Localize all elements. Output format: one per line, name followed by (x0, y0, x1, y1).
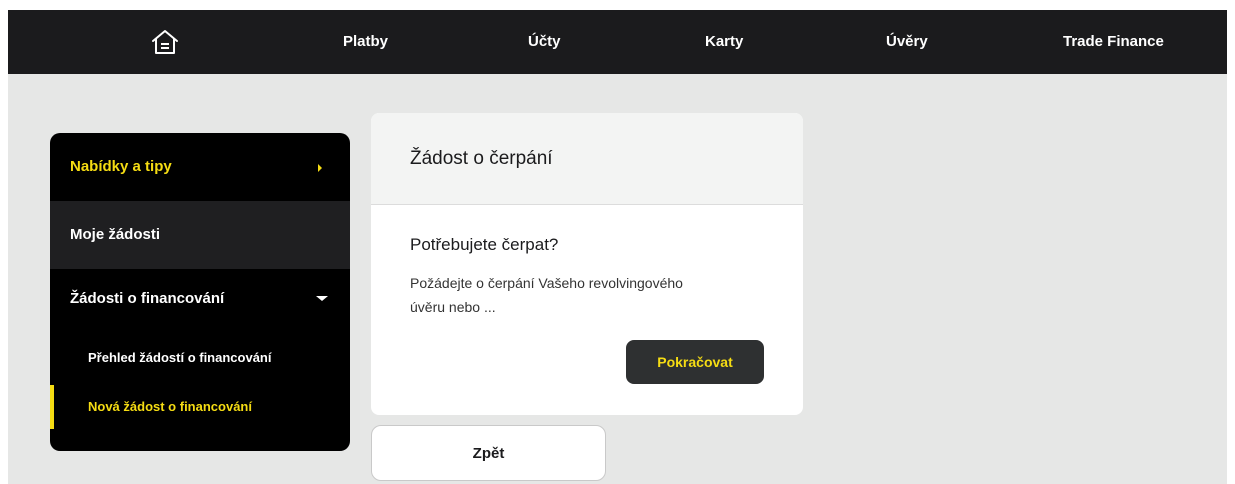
sidebar-item-label: Moje žádosti (70, 226, 161, 243)
sidebar-subitem-overview[interactable]: Přehled žádostí o financování (50, 336, 350, 380)
chevron-right-icon (318, 164, 322, 172)
nav-item-payments[interactable]: Platby (343, 10, 388, 74)
sidebar: Nabídky a tipy Moje žádosti Žádosti o fi… (50, 133, 350, 451)
back-button[interactable]: Zpět (371, 425, 606, 481)
continue-button[interactable]: Pokračovat (626, 340, 764, 384)
card-title: Žádost o čerpání (410, 148, 553, 169)
home-button[interactable] (148, 27, 182, 57)
caret-down-icon (316, 296, 328, 301)
card-header: Žádost o čerpání (371, 113, 803, 205)
sidebar-item-label: Přehled žádostí o financování (88, 350, 272, 365)
nav-item-trade-finance[interactable]: Trade Finance (1063, 10, 1164, 74)
home-icon (152, 30, 178, 54)
drawdown-request-card: Žádost o čerpání Potřebujete čerpat? Pož… (371, 113, 803, 415)
sidebar-item-my-requests[interactable]: Moje žádosti (50, 201, 350, 269)
sidebar-item-label: Žádosti o financování (70, 290, 225, 307)
sidebar-item-label: Nabídky a tipy (70, 158, 172, 175)
sidebar-subitem-new-request[interactable]: Nová žádost o financování (50, 385, 350, 429)
nav-item-loans[interactable]: Úvěry (886, 10, 928, 74)
sidebar-item-offers[interactable]: Nabídky a tipy (50, 133, 350, 201)
card-subtitle: Potřebujete čerpat? (410, 235, 559, 254)
nav-item-cards[interactable]: Karty (705, 10, 743, 74)
top-navigation-bar: Platby Účty Karty Úvěry Trade Finance (8, 10, 1227, 74)
nav-item-accounts[interactable]: Účty (528, 10, 561, 74)
sidebar-item-financing-requests[interactable]: Žádosti o financování (50, 269, 350, 329)
sidebar-item-label: Nová žádost o financování (88, 399, 252, 414)
card-description: Požádejte o čerpání Vašeho revolvingovéh… (410, 275, 683, 315)
